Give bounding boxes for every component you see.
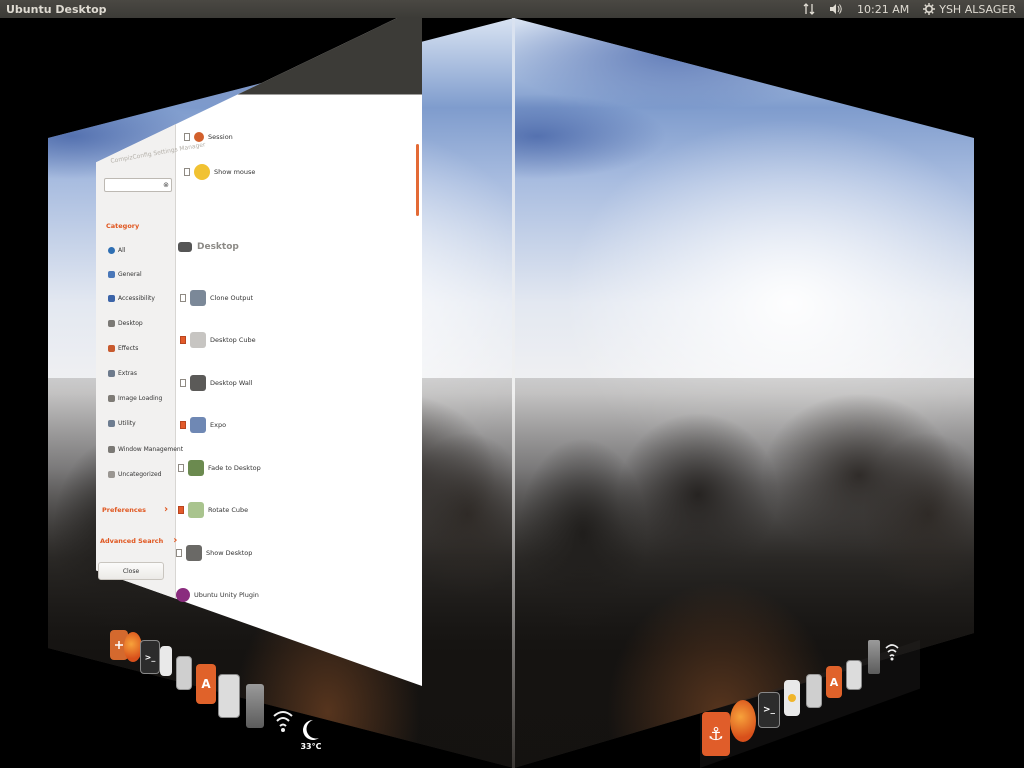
gear-icon	[923, 3, 936, 15]
panel-indicators: 10:21 AM YSH ALSAGER	[803, 3, 1024, 16]
clock[interactable]: 10:21 AM	[857, 3, 909, 16]
user-name: YSH ALSAGER	[939, 2, 1016, 16]
network-updown-icon[interactable]	[803, 3, 815, 15]
cube-edge	[512, 18, 515, 768]
top-panel: Ubuntu Desktop 10:21 AM YSH ALSAGER	[0, 0, 1024, 18]
session-menu[interactable]: YSH ALSAGER	[923, 3, 1016, 16]
volume-icon[interactable]	[829, 3, 843, 15]
panel-title: Ubuntu Desktop	[6, 2, 107, 16]
plugin-list-scrollbar[interactable]	[416, 144, 419, 216]
